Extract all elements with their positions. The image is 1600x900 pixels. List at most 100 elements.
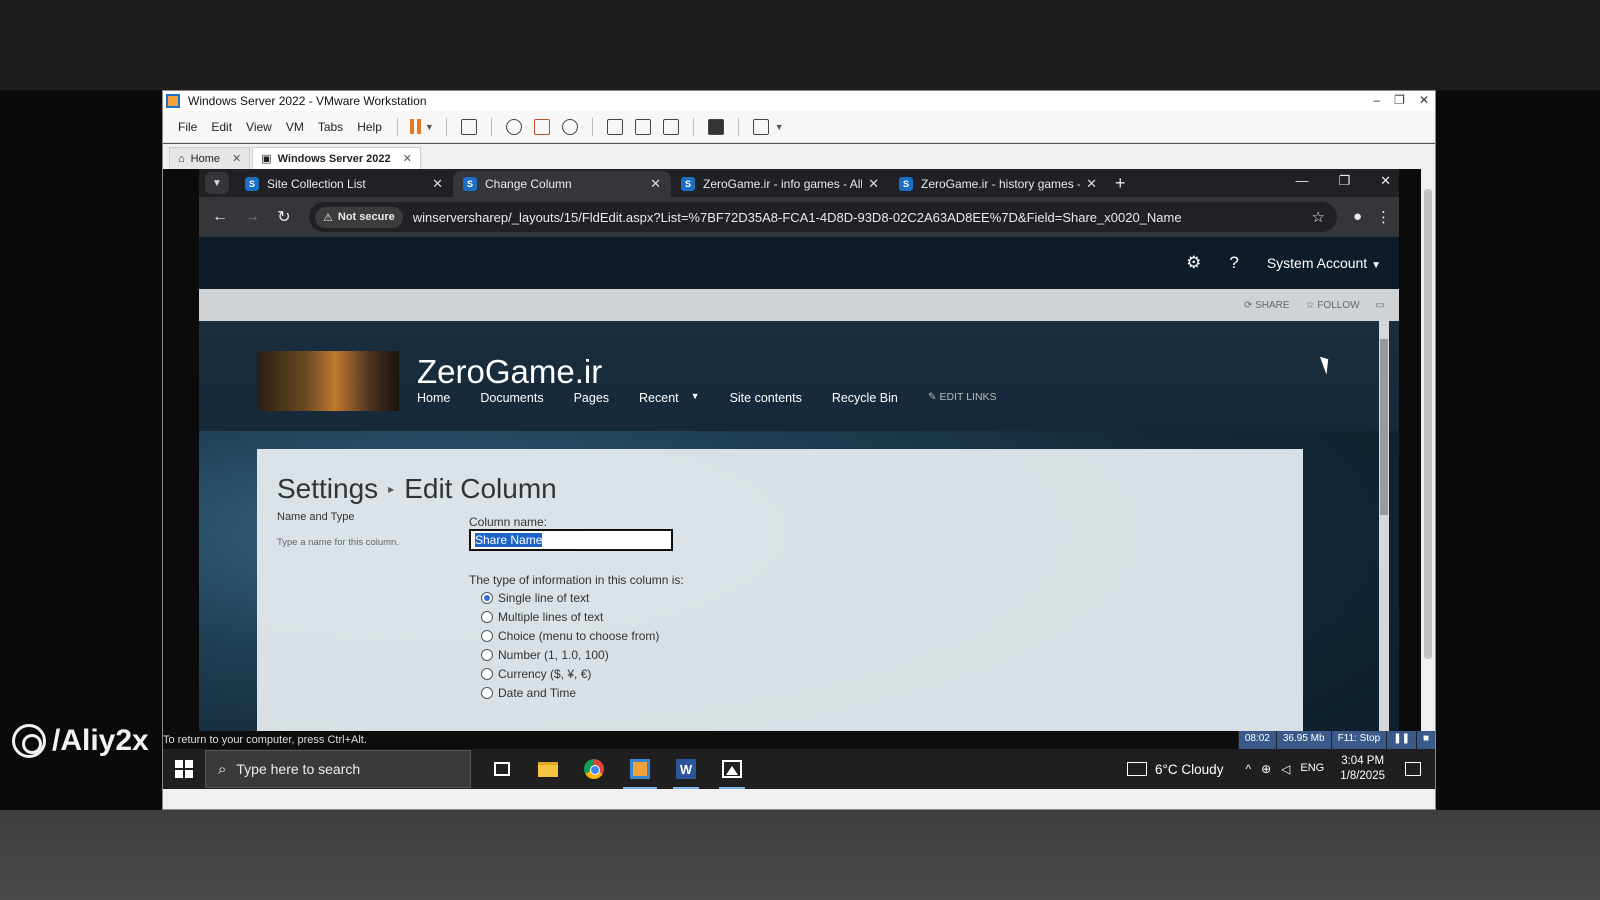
chevron-up-icon[interactable]: ^	[1245, 762, 1251, 776]
close-tab-icon[interactable]: ✕	[868, 176, 879, 192]
recorder-time: 08:02	[1237, 731, 1276, 749]
task-view-button[interactable]	[479, 749, 525, 789]
menu-edit[interactable]: Edit	[204, 120, 239, 134]
site-title[interactable]: ZeroGame.ir	[417, 353, 602, 391]
recent-dropdown-icon[interactable]: ▼	[691, 391, 700, 405]
nav-recycle-bin[interactable]: Recycle Bin	[832, 391, 898, 405]
menu-tabs[interactable]: Tabs	[311, 120, 350, 134]
power-dropdown-icon[interactable]: ▼	[425, 122, 434, 132]
edit-links-button[interactable]: ✎ EDIT LINKS	[928, 391, 997, 405]
vm-tab-home[interactable]: ⌂ Home ✕	[169, 147, 251, 169]
new-tab-icon[interactable]: +	[1115, 173, 1126, 194]
radio-button[interactable]	[481, 592, 493, 604]
type-option-multiple-lines[interactable]: Multiple lines of text	[481, 610, 659, 624]
chrome-button[interactable]	[571, 749, 617, 789]
recorder-stop-button[interactable]: F11: Stop	[1330, 731, 1387, 749]
chrome-menu-icon[interactable]: ⋮	[1376, 208, 1391, 226]
clock[interactable]: 3:04 PM 1/8/2025	[1340, 754, 1385, 784]
vm-tab-windows-server[interactable]: ▣ Windows Server 2022 ✕	[252, 147, 421, 169]
type-option-date-time[interactable]: Date and Time	[481, 686, 659, 700]
radio-button[interactable]	[481, 668, 493, 680]
radio-button[interactable]	[481, 630, 493, 642]
close-tab-icon[interactable]: ✕	[432, 176, 443, 192]
menu-view[interactable]: View	[239, 120, 279, 134]
type-option-currency[interactable]: Currency ($, ¥, €)	[481, 667, 659, 681]
nav-home[interactable]: Home	[417, 391, 450, 405]
radio-button[interactable]	[481, 611, 493, 623]
bookmark-star-icon[interactable]: ☆	[1311, 208, 1324, 226]
chrome-tab-active[interactable]: S Change Column ✕	[453, 171, 671, 197]
forward-icon[interactable]: →	[239, 208, 265, 226]
nav-recent[interactable]: Recent	[639, 391, 679, 405]
recorder-square-icon[interactable]: ■	[1415, 731, 1435, 749]
tab-search-icon[interactable]: ▼	[205, 172, 229, 194]
restore-icon[interactable]: ❐	[1338, 173, 1350, 189]
menu-vm[interactable]: VM	[279, 120, 311, 134]
security-chip[interactable]: ⚠ Not secure	[315, 206, 403, 228]
page-scrollbar[interactable]	[1379, 321, 1389, 731]
taskbar-search-box[interactable]: ⌕ Type here to search	[205, 750, 471, 788]
stretch-dropdown-icon[interactable]: ▼	[775, 122, 784, 132]
recorder-pause-icon[interactable]: ❚❚	[1386, 731, 1416, 749]
profile-icon[interactable]: ●	[1353, 208, 1362, 226]
globe-icon[interactable]: ⊕	[1261, 762, 1271, 776]
minimize-icon[interactable]: —	[1295, 173, 1308, 189]
breadcrumb-settings[interactable]: Settings	[277, 473, 378, 505]
vmware-button[interactable]	[617, 749, 663, 789]
snapshot-manager-icon[interactable]	[561, 118, 578, 135]
close-tab-icon[interactable]: ✕	[650, 176, 661, 192]
site-logo[interactable]	[257, 351, 399, 411]
close-tab-icon[interactable]: ✕	[1086, 176, 1097, 192]
console-view-icon[interactable]	[707, 118, 724, 135]
warning-icon: ⚠	[323, 211, 333, 224]
radio-button[interactable]	[481, 649, 493, 661]
url-text[interactable]: winserversharep/_layouts/15/FldEdit.aspx…	[413, 210, 1312, 225]
chrome-tab[interactable]: S Site Collection List ✕	[235, 171, 453, 197]
revert-snapshot-icon[interactable]	[533, 118, 550, 135]
volume-icon[interactable]: ◁	[1281, 762, 1290, 776]
minimize-icon[interactable]: –	[1373, 93, 1380, 107]
weather-widget[interactable]: 6°C Cloudy	[1127, 762, 1223, 777]
help-icon[interactable]: ?	[1229, 253, 1238, 273]
restore-icon[interactable]: ❐	[1394, 93, 1405, 107]
windows-start-icon[interactable]	[163, 749, 205, 789]
close-tab-icon[interactable]: ✕	[232, 152, 241, 165]
close-icon[interactable]: ✕	[1380, 173, 1391, 189]
focus-content-icon[interactable]: ▭	[1376, 300, 1385, 311]
pause-icon[interactable]	[409, 119, 421, 134]
thumbnail-bar-icon[interactable]	[634, 118, 651, 135]
type-option-number[interactable]: Number (1, 1.0, 100)	[481, 648, 659, 662]
full-screen-icon[interactable]	[662, 118, 679, 135]
menu-file[interactable]: File	[171, 120, 204, 134]
photos-button[interactable]	[709, 749, 755, 789]
nav-site-contents[interactable]: Site contents	[730, 391, 802, 405]
library-view-icon[interactable]	[606, 118, 623, 135]
close-icon[interactable]: ✕	[1419, 93, 1429, 107]
account-menu[interactable]: System Account ▼	[1267, 255, 1381, 271]
follow-button[interactable]: ☆ FOLLOW	[1306, 300, 1360, 311]
nav-documents[interactable]: Documents	[480, 391, 543, 405]
chrome-tab[interactable]: S ZeroGame.ir - info games - All I ✕	[671, 171, 889, 197]
language-indicator[interactable]: ENG	[1300, 762, 1324, 776]
settings-gear-icon[interactable]: ⚙	[1186, 253, 1201, 273]
close-tab-icon[interactable]: ✕	[403, 152, 412, 165]
type-option-single-line[interactable]: Single line of text	[481, 591, 659, 605]
send-ctrl-alt-del-icon[interactable]	[460, 118, 477, 135]
back-icon[interactable]: ←	[207, 208, 233, 226]
stretch-guest-icon[interactable]	[752, 118, 769, 135]
file-explorer-button[interactable]	[525, 749, 571, 789]
type-option-choice[interactable]: Choice (menu to choose from)	[481, 629, 659, 643]
column-name-input[interactable]: Share Name	[469, 529, 673, 551]
guest-display[interactable]: ▼ S Site Collection List ✕ S Change Colu…	[163, 169, 1435, 731]
word-button[interactable]: W	[663, 749, 709, 789]
notification-icon[interactable]	[1405, 762, 1421, 776]
address-bar[interactable]: ⚠ Not secure winserversharep/_layouts/15…	[309, 202, 1337, 232]
chrome-tab[interactable]: S ZeroGame.ir - history games - / ✕	[889, 171, 1107, 197]
nav-pages[interactable]: Pages	[574, 391, 609, 405]
share-button[interactable]: ⟳ SHARE	[1244, 300, 1290, 311]
snapshot-icon[interactable]	[505, 118, 522, 135]
menu-help[interactable]: Help	[350, 120, 389, 134]
radio-button[interactable]	[481, 687, 493, 699]
reload-icon[interactable]: ↻	[271, 207, 297, 227]
vm-scrollbar[interactable]	[1421, 169, 1435, 731]
